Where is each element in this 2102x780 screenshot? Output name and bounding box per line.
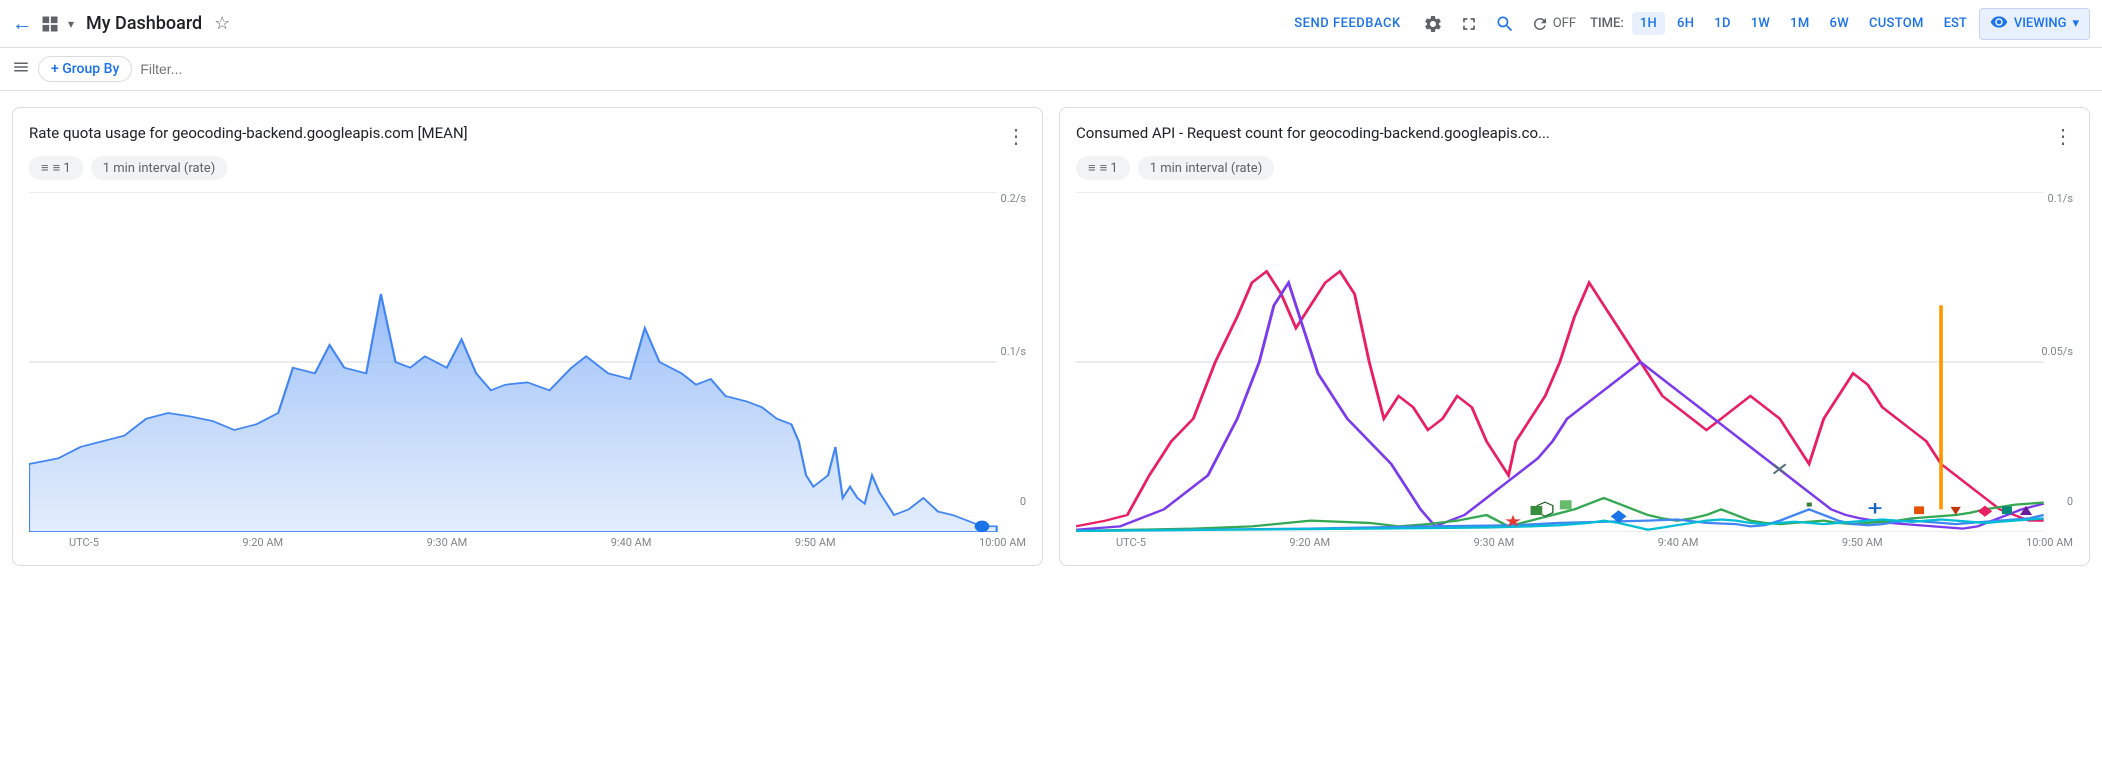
svg-text:★: ★ xyxy=(1504,512,1522,530)
x-label: 9:20 AM xyxy=(242,536,283,549)
x-axis-1: UTC-5 9:20 AM 9:30 AM 9:40 AM 9:50 AM 10… xyxy=(29,532,1026,549)
chip-label-2: ≡ 1 xyxy=(1100,160,1118,176)
chip-label-1: ≡ 1 xyxy=(53,160,71,176)
x-label: 9:50 AM xyxy=(795,536,836,549)
y-mid-2: 0.05/s xyxy=(2041,345,2073,358)
time-custom-button[interactable]: CUSTOM xyxy=(1861,12,1932,35)
svg-text:◆: ◆ xyxy=(1611,507,1627,525)
svg-text:✕: ✕ xyxy=(1770,460,1790,481)
svg-text:■: ■ xyxy=(1913,501,1925,519)
x-label: 9:30 AM xyxy=(1474,536,1515,549)
card-header-1: Rate quota usage for geocoding-backend.g… xyxy=(29,124,1026,148)
time-1d-button[interactable]: 1D xyxy=(1706,12,1738,35)
eye-icon xyxy=(1990,13,2008,35)
y-mid-1: 0.1/s xyxy=(1001,345,1026,358)
dashboard-dropdown[interactable]: ▾ xyxy=(68,17,74,31)
chart-svg-2: ★ ⬡ ◆ ✕ ▪ + ■ ▾ ◆ ■ ▲ xyxy=(1076,192,2073,532)
back-button[interactable]: ← xyxy=(12,11,32,36)
x-label: 10:00 AM xyxy=(979,536,1026,549)
svg-text:▾: ▾ xyxy=(1951,501,1961,519)
chip-interval-1[interactable]: 1 min interval (rate) xyxy=(91,156,228,180)
filter-input[interactable] xyxy=(140,61,2090,77)
auto-refresh-label: OFF xyxy=(1553,16,1576,31)
settings-button[interactable] xyxy=(1417,8,1449,40)
x-label: UTC-5 xyxy=(1116,536,1146,549)
toolbar: + Group By xyxy=(0,48,2102,91)
more-options-2[interactable]: ⋮ xyxy=(2053,124,2073,148)
x-label: 9:30 AM xyxy=(427,536,468,549)
card-title-1: Rate quota usage for geocoding-backend.g… xyxy=(29,124,468,142)
send-feedback-button[interactable]: SEND FEEDBACK xyxy=(1286,10,1408,37)
more-options-1[interactable]: ⋮ xyxy=(1006,124,1026,148)
time-label: TIME: xyxy=(1586,16,1628,31)
x-label: 10:00 AM xyxy=(2026,536,2073,549)
y-min-1: 0 xyxy=(1020,495,1026,508)
group-by-label: + Group By xyxy=(51,61,119,77)
viewing-button[interactable]: VIEWING ▾ xyxy=(1979,8,2090,40)
time-6h-button[interactable]: 6H xyxy=(1669,12,1702,35)
chip-interval-label-2: 1 min interval (rate) xyxy=(1150,161,1263,176)
chart-card-2: Consumed API - Request count for geocodi… xyxy=(1059,107,2090,566)
main-content: Rate quota usage for geocoding-backend.g… xyxy=(0,91,2102,582)
x-label: 9:40 AM xyxy=(611,536,652,549)
card-header-2: Consumed API - Request count for geocodi… xyxy=(1076,124,2073,148)
svg-text:▲: ▲ xyxy=(2016,501,2036,519)
viewing-label: VIEWING xyxy=(2014,16,2067,31)
chip-filter-2[interactable]: ≡ ≡ 1 xyxy=(1076,156,1130,180)
group-by-button[interactable]: + Group By xyxy=(38,56,132,82)
favorite-icon[interactable]: ☆ xyxy=(214,13,230,34)
fullscreen-button[interactable] xyxy=(1453,8,1485,40)
time-1w-button[interactable]: 1W xyxy=(1743,12,1778,35)
header-right: OFF TIME: 1H 6H 1D 1W 1M 6W CUSTOM EST V… xyxy=(1417,8,2090,40)
svg-text:▪: ▪ xyxy=(1805,495,1812,513)
x-label: 9:40 AM xyxy=(1658,536,1699,549)
chip-filter-1[interactable]: ≡ ≡ 1 xyxy=(29,156,83,180)
x-label: 9:20 AM xyxy=(1289,536,1330,549)
x-label: 9:50 AM xyxy=(1842,536,1883,549)
dashboard-icon[interactable] xyxy=(40,14,60,34)
time-1m-button[interactable]: 1M xyxy=(1782,12,1817,35)
time-6w-button[interactable]: 6W xyxy=(1822,12,1857,35)
search-button[interactable] xyxy=(1489,8,1521,40)
header-left: ← ▾ My Dashboard ☆ xyxy=(12,11,1278,36)
card-title-2: Consumed API - Request count for geocodi… xyxy=(1076,124,1550,142)
chip-filter-icon-1: ≡ xyxy=(41,160,49,176)
svg-text:+: + xyxy=(1868,496,1883,520)
card-chips-2: ≡ ≡ 1 1 min interval (rate) xyxy=(1076,156,2073,180)
chip-interval-2[interactable]: 1 min interval (rate) xyxy=(1138,156,1275,180)
chart-svg-1 xyxy=(29,192,1026,532)
chart-area-2: 0.1/s 0.05/s 0 xyxy=(1076,192,2073,532)
card-chips-1: ≡ ≡ 1 1 min interval (rate) xyxy=(29,156,1026,180)
x-label: UTC-5 xyxy=(69,536,99,549)
y-max-2: 0.1/s xyxy=(2048,192,2073,205)
auto-refresh-toggle[interactable]: OFF xyxy=(1525,11,1582,37)
chart-area-1: 0.2/s 0.1/s 0 xyxy=(29,192,1026,532)
timezone-button[interactable]: EST xyxy=(1936,12,1975,35)
chip-interval-label-1: 1 min interval (rate) xyxy=(103,161,216,176)
header-center: SEND FEEDBACK xyxy=(1286,10,1408,37)
y-max-1: 0.2/s xyxy=(1001,192,1026,205)
svg-text:■: ■ xyxy=(2001,501,2013,519)
time-1h-button[interactable]: 1H xyxy=(1632,12,1665,35)
dashboard-title: My Dashboard xyxy=(86,13,202,34)
x-axis-2: UTC-5 9:20 AM 9:30 AM 9:40 AM 9:50 AM 10… xyxy=(1076,532,2073,549)
chip-filter-icon-2: ≡ xyxy=(1088,160,1096,176)
hamburger-icon[interactable] xyxy=(12,58,30,81)
header: ← ▾ My Dashboard ☆ SEND FEEDBACK xyxy=(0,0,2102,48)
y-min-2: 0 xyxy=(2067,495,2073,508)
svg-text:◆: ◆ xyxy=(1978,502,1994,519)
viewing-dropdown-icon: ▾ xyxy=(2072,16,2079,31)
chart-card-1: Rate quota usage for geocoding-backend.g… xyxy=(12,107,1043,566)
